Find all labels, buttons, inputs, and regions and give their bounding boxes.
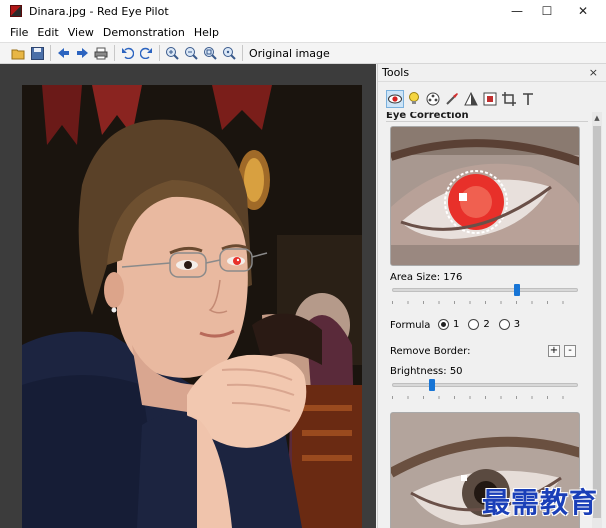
watermark-text: 最需教育 [482,486,599,519]
original-image-button[interactable]: Original image [249,47,330,60]
area-size-ticks [392,301,578,304]
tool-selector [386,90,538,108]
crop-icon[interactable] [500,90,518,108]
formula-radio-1[interactable] [438,319,449,330]
bulb-icon[interactable] [405,90,423,108]
maximize-icon: ☐ [541,4,553,18]
forward-arrow-icon[interactable] [74,45,90,61]
minimize-icon: — [511,4,523,18]
brightness-slider-thumb[interactable] [429,379,435,391]
app-icon [10,5,22,17]
formula-radio-3[interactable] [498,319,510,330]
zoom-in-icon[interactable] [164,45,180,61]
film-icon[interactable] [424,90,442,108]
photo-image[interactable] [22,85,362,528]
menu-demonstration[interactable]: Demonstration [103,26,185,39]
area-size-slider[interactable] [392,284,578,296]
tools-panel: Tools × Eye Correction Area Size: 176 Fo… [377,64,606,528]
close-button[interactable]: ✕ [566,0,600,22]
remove-border-minus-button[interactable]: - [564,345,576,357]
formula-radio-group: 1 2 3 [438,319,529,330]
print-icon[interactable] [93,45,109,61]
tools-panel-title: Tools [382,66,410,79]
redo-icon[interactable] [138,45,154,61]
tools-panel-header: Tools [378,64,606,82]
formula-label: Formula [390,320,431,331]
eye-icon[interactable] [386,90,404,108]
window-title: Dinara.jpg - Red Eye Pilot [29,4,169,18]
zoom-out-icon[interactable] [183,45,199,61]
brightness-ticks [392,396,578,399]
formula-radio-2[interactable] [468,319,480,330]
save-icon[interactable] [29,45,45,61]
toolbar-separator [114,45,115,61]
maximize-button[interactable]: ☐ [530,0,564,22]
portrait-illustration [22,85,362,528]
frame-icon[interactable] [481,90,499,108]
area-size-label: Area Size: 176 [390,272,463,283]
image-canvas [0,64,376,528]
undo-icon[interactable] [119,45,135,61]
eye-preview[interactable] [390,126,580,266]
area-size-slider-thumb[interactable] [514,284,520,296]
brush-icon[interactable] [443,90,461,108]
menu-view[interactable]: View [68,26,94,39]
menu-bar: File Edit View Demonstration Help [0,22,606,42]
formula-option-2-label: 2 [483,319,490,330]
toolbar: Original image [0,42,606,64]
text-icon[interactable] [519,90,537,108]
back-arrow-icon[interactable] [55,45,71,61]
application-window: Dinara.jpg - Red Eye Pilot — ☐ ✕ File Ed… [0,0,606,528]
title-bar: Dinara.jpg - Red Eye Pilot — ☐ ✕ [0,0,606,22]
formula-option-1-label: 1 [453,319,460,330]
brightness-label: Brightness: 50 [390,366,463,377]
menu-help[interactable]: Help [194,26,219,39]
section-title: Eye Correction [386,112,588,122]
remove-border-plus-button[interactable]: + [548,345,560,357]
menu-file[interactable]: File [10,26,28,39]
eye-correction-section: Eye Correction Area Size: 176 Formula 1 … [386,112,588,528]
red-eye-closeup [391,127,579,265]
formula-option-3-label: 3 [513,319,521,330]
contrast-icon[interactable] [462,90,480,108]
toolbar-separator [159,45,160,61]
open-folder-icon[interactable] [10,45,26,61]
toolbar-separator [242,45,243,61]
toolbar-separator [50,45,51,61]
zoom-actual-icon[interactable] [221,45,237,61]
tools-close-icon[interactable]: × [589,66,598,79]
tools-scrollbar[interactable]: ▲ [592,112,602,528]
remove-border-label: Remove Border: [390,346,471,357]
scrollbar-thumb[interactable] [593,126,601,518]
minimize-button[interactable]: — [500,0,534,22]
scroll-up-arrow-icon[interactable]: ▲ [592,112,602,124]
close-icon: ✕ [577,4,589,18]
brightness-slider[interactable] [392,379,578,391]
zoom-fit-icon[interactable] [202,45,218,61]
menu-edit[interactable]: Edit [37,26,58,39]
